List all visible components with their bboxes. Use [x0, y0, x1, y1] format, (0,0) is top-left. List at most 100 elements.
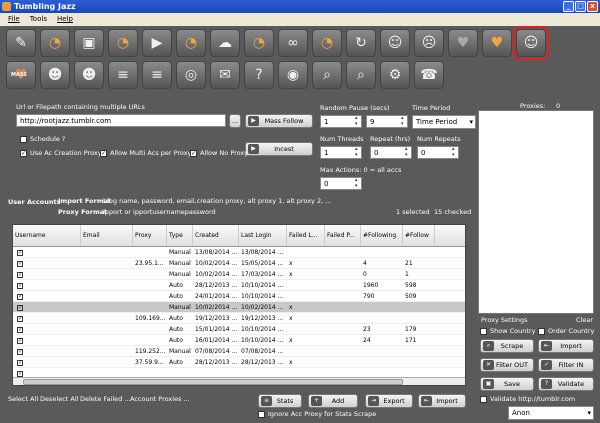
table-row[interactable]: ✓ Auto 15/01/2014 ... 10/10/2014 ... 23 179 — [13, 324, 465, 335]
rss-video-tool-button[interactable]: ◔ — [176, 29, 206, 57]
column-header[interactable]: Failed P... — [325, 225, 361, 246]
minimize-button[interactable]: _ — [563, 1, 574, 12]
video-tool-button[interactable]: ▶ — [142, 29, 172, 57]
table-row[interactable]: ✓ Manual 10/02/2014 ... 17/03/2014 ... x 0 1 — [13, 269, 465, 280]
row-checkbox[interactable]: ✓ — [17, 305, 23, 311]
scrape-button[interactable]: ⌕ Scrape — [480, 339, 534, 353]
pause-max-spinner[interactable]: 9 — [366, 115, 408, 128]
cloud-upload-tool-button[interactable]: ☁ — [210, 29, 240, 57]
accounts-table[interactable]: Username Email Proxy Type Created Last Login F… — [12, 224, 466, 386]
use-ac-proxy-checkbox[interactable]: ✓ Use Ac Creation Proxy — [20, 149, 102, 157]
column-header[interactable]: Failed L... — [287, 225, 325, 246]
column-header[interactable]: Proxy — [133, 225, 167, 246]
column-header[interactable]: Type — [167, 225, 193, 246]
pause-min-spinner[interactable]: 1 — [320, 115, 362, 128]
repeat-spinner[interactable]: 0 — [370, 146, 412, 159]
row-checkbox[interactable]: ✓ — [17, 294, 23, 300]
threads-spinner[interactable]: 1 — [320, 146, 362, 159]
gears-tool-button[interactable]: ⚙ — [380, 61, 410, 89]
column-header[interactable]: Last Login — [239, 225, 287, 246]
table-row[interactable]: ✓ 23.95.1... Manual 10/02/2014 ... 15/05/201… — [13, 258, 465, 269]
table-row[interactable]: ✓ 119.252... Manual 07/08/2014 ... 07/08/201… — [13, 346, 465, 357]
user-upload-tool-button[interactable]: ☺ — [380, 29, 410, 57]
table-row[interactable]: ✓ Auto 28/12/2013 ... 10/10/2014 ... 1960 598 — [13, 280, 465, 291]
clear-link[interactable]: Clear — [576, 316, 593, 324]
table-row[interactable]: ✓ 109.169... Auto 19/12/2013 ... 19/12/2013 … — [13, 313, 465, 324]
column-header[interactable]: Username — [13, 225, 81, 246]
num-repeats-spinner[interactable]: 0 — [417, 146, 459, 159]
mass-follow-button[interactable]: ▶ Mass Follow — [245, 114, 313, 128]
close-button[interactable]: x — [587, 1, 598, 12]
add-group-tool-button[interactable]: ☻ — [40, 61, 70, 89]
filter-out-button[interactable]: ✕ Filter OUT — [480, 358, 534, 372]
rss-link-tool-button[interactable]: ◔ — [312, 29, 342, 57]
row-checkbox[interactable]: ✓ — [17, 283, 23, 289]
rss-cloud-tool-button[interactable]: ◔ — [244, 29, 274, 57]
row-checkbox[interactable]: ✓ — [17, 316, 23, 322]
order-country-checkbox[interactable]: Order Country — [538, 327, 594, 335]
ignore-proxy-checkbox[interactable]: Ignore Acc Proxy for Stats Scrape — [258, 410, 376, 418]
browse-button[interactable]: ... — [229, 114, 241, 128]
proxy-import-button[interactable]: ⇤ Import — [538, 339, 594, 353]
menu-tools[interactable]: Tools — [30, 13, 47, 26]
photo-tool-button[interactable]: ▣ — [74, 29, 104, 57]
row-checkbox[interactable]: ✓ — [17, 261, 23, 267]
zoom-photo-tool-button[interactable]: ⌕ — [346, 61, 376, 89]
deselect-all-link[interactable]: Deselect All — [40, 395, 78, 403]
edit-tool-button[interactable]: ✎ — [6, 29, 36, 57]
validate-button[interactable]: ? Validate — [538, 377, 594, 391]
column-header[interactable]: Email — [81, 225, 133, 246]
select-all-link[interactable]: Select All — [8, 395, 38, 403]
row-checkbox[interactable]: ✓ — [17, 327, 23, 333]
anon-select[interactable]: Anon — [508, 406, 594, 420]
incest-button[interactable]: ▶ Incest — [245, 142, 313, 156]
schedule-checkbox[interactable]: Schedule ? — [20, 135, 65, 143]
eye-tool-button[interactable]: ◉ — [278, 61, 308, 89]
table-row[interactable]: ✓ Manual 13/08/2014 ... 13/08/2014 ... — [13, 247, 465, 258]
max-actions-spinner[interactable]: 0 — [320, 177, 362, 190]
refresh-tool-button[interactable]: ↻ — [346, 29, 376, 57]
validate-url-checkbox[interactable]: Validate http://tumblr.com — [480, 395, 575, 403]
column-header[interactable]: #Following — [361, 225, 403, 246]
list-tool-button[interactable]: ≡ — [108, 61, 138, 89]
account-proxies-link[interactable]: Account Proxies ... — [130, 395, 190, 403]
heart-tool-button[interactable]: ♥ — [448, 29, 478, 57]
group-tool-button[interactable]: ☻ — [74, 61, 104, 89]
user-remove-tool-button[interactable]: ☹ — [414, 29, 444, 57]
rss-tool-button[interactable]: ◔ — [40, 29, 70, 57]
help-chat-tool-button[interactable]: ? — [244, 61, 274, 89]
row-checkbox[interactable]: ✓ — [17, 349, 23, 355]
column-header[interactable]: #Follow — [403, 225, 435, 246]
row-checkbox[interactable]: ✓ — [17, 250, 23, 256]
search-tool-button[interactable]: ⌕ — [312, 61, 342, 89]
wifi-tool-button[interactable]: ◎ — [176, 61, 206, 89]
table-row[interactable]: ✓ Auto 16/01/2014 ... 10/10/2014 ... x 24 171 — [13, 335, 465, 346]
proxies-list[interactable] — [478, 110, 594, 314]
import-button[interactable]: ⇤ Import — [418, 394, 466, 408]
add-button[interactable]: + Add — [308, 394, 358, 408]
user-settings-tool-button[interactable]: ☺ — [513, 26, 549, 60]
row-checkbox[interactable]: ✓ — [17, 272, 23, 278]
stats-button[interactable]: ≡ Stats — [258, 394, 302, 408]
row-checkbox[interactable]: ✓ — [17, 360, 23, 366]
save-button[interactable]: ▣ Save — [480, 377, 534, 391]
link-tool-button[interactable]: ∞ — [278, 29, 308, 57]
rss-heart-tool-button[interactable]: ♥ — [482, 29, 512, 57]
table-row[interactable]: ✓ Auto 24/01/2014 ... 10/10/2014 ... 790 509 — [13, 291, 465, 302]
horizontal-scrollbar[interactable] — [13, 377, 465, 385]
mass-heart-tool-button[interactable]: ♥ MASS — [6, 61, 36, 89]
chat-tool-button[interactable]: ✉ — [210, 61, 240, 89]
url-input[interactable]: http://rootjazz.tumblr.com — [16, 114, 226, 127]
show-country-checkbox[interactable]: Show Country — [480, 327, 535, 335]
row-checkbox[interactable]: ✓ — [17, 338, 23, 344]
table-row[interactable]: ✓ 37.59.9... Auto 28/12/2013 ... 28/12/2013 … — [13, 357, 465, 368]
menu-file[interactable]: File — [8, 13, 20, 26]
proxy-settings-link[interactable]: Proxy Settings — [481, 316, 528, 324]
delete-failed-link[interactable]: Delete Failed ... — [80, 395, 131, 403]
maximize-button[interactable]: □ — [575, 1, 586, 12]
allow-multi-checkbox[interactable]: ✓ Allow Multi Acs per Proxy — [100, 149, 191, 157]
phone-tool-button[interactable]: ☎ — [414, 61, 444, 89]
rss-photo-tool-button[interactable]: ◔ — [108, 29, 138, 57]
export-button[interactable]: ⇥ Export — [365, 394, 413, 408]
column-header[interactable]: Created — [193, 225, 239, 246]
